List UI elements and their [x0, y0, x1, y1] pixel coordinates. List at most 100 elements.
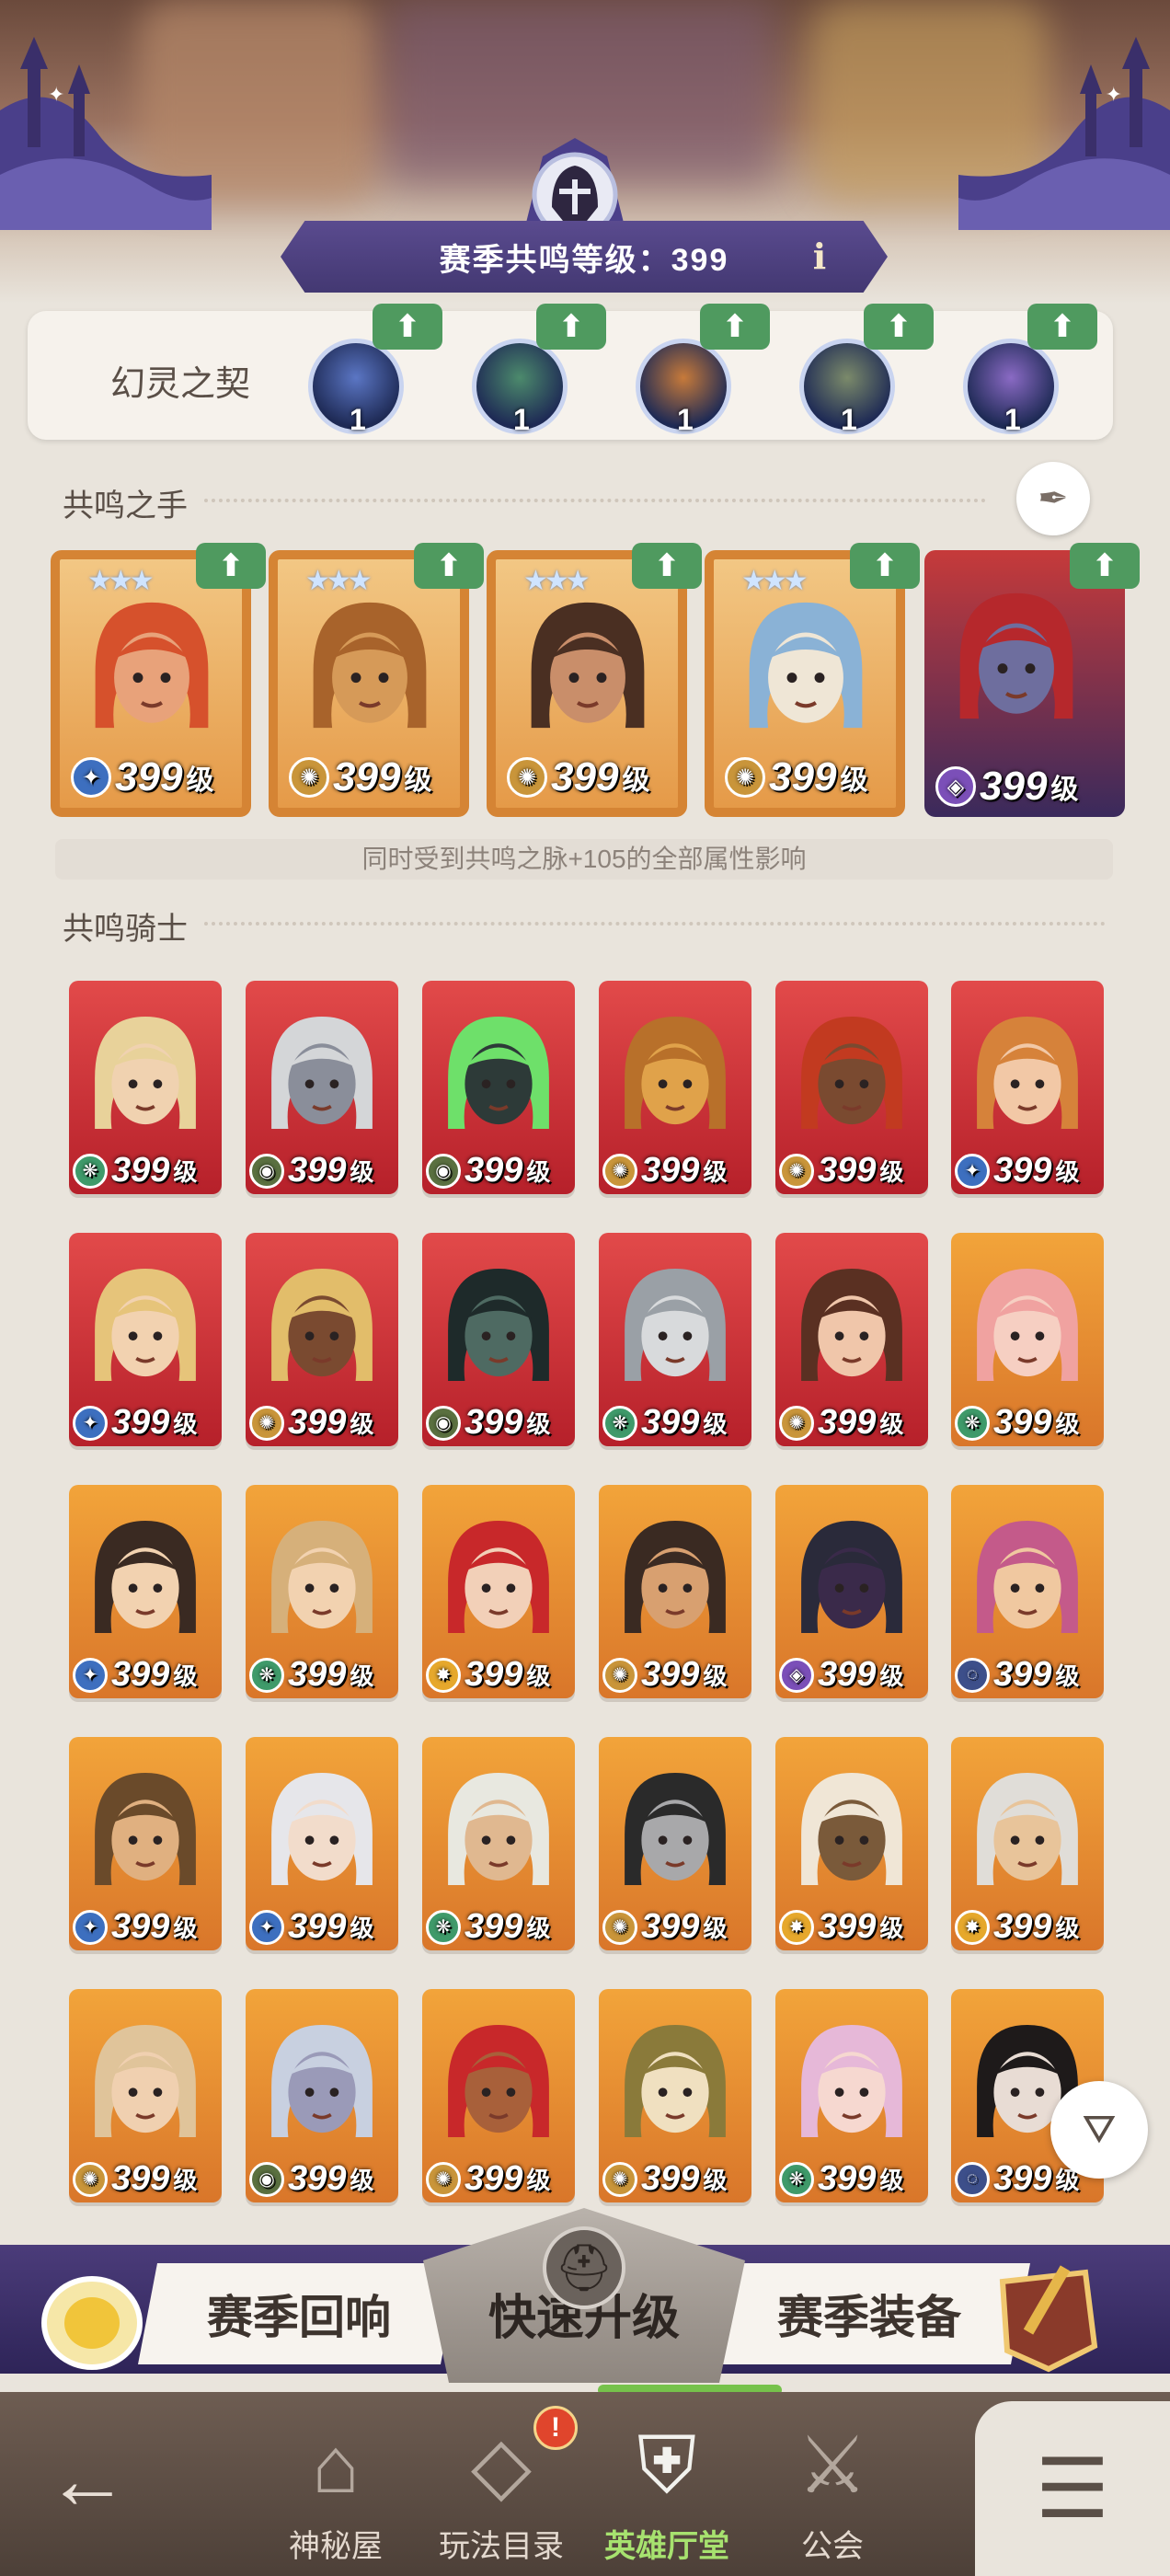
season-equipment-button[interactable]: 赛季装备 — [708, 2263, 1030, 2364]
upgrade-arrow-icon[interactable]: ⬆ — [196, 543, 266, 589]
menu-icon[interactable]: ☰ — [975, 2401, 1170, 2576]
filter-icon[interactable]: ⛛ — [1050, 2081, 1148, 2179]
spirit-avatar[interactable]: 1 — [636, 339, 731, 436]
hero-portrait — [796, 1260, 908, 1389]
knight-hero-card[interactable]: ✺ 399 级 — [69, 1989, 222, 2202]
level-unit: 级 — [1055, 1410, 1080, 1438]
hero-level: 399 — [288, 1151, 347, 1190]
hero-portrait — [87, 596, 216, 734]
hero-level-tag: ✺ 399 级 — [779, 1403, 903, 1443]
upgrade-arrow-icon[interactable]: ⬆ — [536, 304, 606, 350]
info-icon[interactable]: i — [797, 234, 843, 280]
star-rank: ★★★ — [523, 566, 591, 596]
castle-decoration-left: ✦ — [0, 37, 212, 230]
level-unit: 级 — [1050, 775, 1079, 805]
hero-portrait — [971, 1765, 1084, 1893]
spirit-level: 1 — [841, 403, 857, 436]
hero-level-tag: ✺ 399 级 — [602, 1655, 727, 1695]
knight-hero-card[interactable]: ❋ 399 级 — [599, 1233, 751, 1446]
element-faction-icon: ✺ — [602, 1909, 637, 1945]
knight-hero-card[interactable]: ◉ 399 级 — [422, 1233, 575, 1446]
spirit-avatar[interactable]: 1 — [472, 339, 568, 436]
knight-hero-card[interactable]: ✦ 399 级 — [69, 1485, 222, 1698]
quill-icon[interactable]: ✒ — [1016, 462, 1090, 535]
knight-hero-card[interactable]: ✺ 399 级 — [599, 1989, 751, 2202]
knight-hero-card[interactable]: ◉ 399 级 — [246, 981, 398, 1194]
hero-portrait — [619, 1765, 731, 1893]
hero-level-tag: ✦ 399 级 — [73, 1655, 197, 1695]
level-unit: 级 — [1055, 1662, 1080, 1690]
hero-portrait — [971, 1512, 1084, 1641]
knight-hero-card[interactable]: ✺ 399 级 — [422, 1989, 575, 2202]
upgrade-arrow-icon[interactable]: ⬆ — [850, 543, 920, 589]
hero-level-tag: ✺ 399 级 — [725, 754, 867, 800]
upgrade-arrow-icon[interactable]: ⬆ — [864, 304, 934, 350]
knight-hero-card[interactable]: ✺ 399 级 — [599, 1485, 751, 1698]
knight-hero-card[interactable]: ◌ 399 级 — [951, 1485, 1104, 1698]
knight-hero-card[interactable]: ✺ 399 级 — [775, 981, 928, 1194]
knight-hero-card[interactable]: ✺ 399 级 — [246, 1233, 398, 1446]
nav-label: 公会 — [801, 2529, 864, 2564]
hero-portrait — [619, 1008, 731, 1137]
hand-hero-card[interactable]: ★★★ ✺ 399 级 — [487, 550, 687, 817]
knight-hero-card[interactable]: ✦ 399 级 — [246, 1737, 398, 1950]
upgrade-arrow-icon[interactable]: ⬆ — [414, 543, 484, 589]
hand-hero-card[interactable]: ★★★ ✺ 399 级 — [705, 550, 905, 817]
hero-level: 399 — [641, 1907, 700, 1946]
knight-hero-card[interactable]: ❋ 399 级 — [951, 1233, 1104, 1446]
knight-hero-card[interactable]: ✺ 399 级 — [775, 1233, 928, 1446]
knight-hero-card[interactable]: ✸ 399 级 — [951, 1737, 1104, 1950]
back-arrow-icon[interactable]: ← — [46, 2433, 129, 2528]
star-rank: ★★★ — [741, 566, 809, 596]
hero-level-tag: ❋ 399 级 — [426, 1907, 550, 1947]
knight-hero-card[interactable]: ✦ 399 级 — [951, 981, 1104, 1194]
contract-title: 幻灵之契 — [110, 365, 251, 404]
hand-section-title: 共鸣之手 — [63, 489, 188, 523]
hero-level-tag: ◉ 399 级 — [426, 1403, 550, 1443]
knight-hero-card[interactable]: ✸ 399 级 — [775, 1737, 928, 1950]
hero-portrait — [796, 1765, 908, 1893]
knight-hero-card[interactable]: ✸ 399 级 — [422, 1485, 575, 1698]
nav-guild[interactable]: ⚔ 公会 — [759, 2410, 906, 2567]
knight-hero-card[interactable]: ❋ 399 级 — [422, 1737, 575, 1950]
upgrade-arrow-icon[interactable]: ⬆ — [373, 304, 442, 350]
nav-mystery-house[interactable]: ⌂ 神秘屋 — [262, 2410, 409, 2567]
spirit-avatar[interactable]: 1 — [963, 339, 1059, 436]
knight-hero-card[interactable]: ◉ 399 级 — [246, 1989, 398, 2202]
knight-hero-card[interactable]: ◈ 399 级 — [775, 1485, 928, 1698]
hero-level: 399 — [818, 1655, 877, 1694]
upgrade-arrow-icon[interactable]: ⬆ — [1027, 304, 1097, 350]
hero-level-tag: ✦ 399 级 — [249, 1907, 373, 1947]
spirit-avatar[interactable]: 1 — [308, 339, 404, 436]
season-echo-button[interactable]: 赛季回响 — [138, 2263, 460, 2364]
knight-hero-card[interactable]: ◉ 399 级 — [422, 981, 575, 1194]
element-faction-icon: ✸ — [426, 1657, 461, 1693]
hero-level: 399 — [111, 1403, 170, 1442]
hero-portrait — [305, 596, 434, 734]
knight-hero-card[interactable]: ✦ 399 级 — [69, 1737, 222, 1950]
level-unit: 级 — [703, 1662, 728, 1690]
knight-hero-card[interactable]: ❋ 399 级 — [775, 1989, 928, 2202]
guild-swords-icon: ⚔ — [797, 2421, 868, 2510]
level-unit: 级 — [622, 765, 650, 796]
spirit-avatar[interactable]: 1 — [799, 339, 895, 436]
upgrade-arrow-icon[interactable]: ⬆ — [700, 304, 770, 350]
upgrade-arrow-icon[interactable]: ⬆ — [1070, 543, 1140, 589]
knight-hero-card[interactable]: ❋ 399 级 — [69, 981, 222, 1194]
element-faction-icon: ✺ — [249, 1405, 284, 1441]
hero-portrait — [796, 2017, 908, 2145]
knight-hero-card[interactable]: ❋ 399 级 — [246, 1485, 398, 1698]
knight-hero-card[interactable]: ✦ 399 级 — [69, 1233, 222, 1446]
level-unit: 级 — [173, 1410, 198, 1438]
hand-hero-card[interactable]: ★★★ ✦ 399 级 — [51, 550, 251, 817]
hero-portrait — [741, 596, 870, 734]
nav-hero-hall[interactable]: ⛨ 英雄厅堂 — [593, 2410, 740, 2567]
level-unit: 级 — [840, 765, 868, 796]
upgrade-arrow-icon[interactable]: ⬆ — [632, 543, 702, 589]
element-faction-icon: ✦ — [249, 1909, 284, 1945]
hand-hero-card[interactable]: ◈ 399 级 — [924, 550, 1125, 817]
knight-hero-card[interactable]: ✺ 399 级 — [599, 1737, 751, 1950]
hero-level: 399 — [111, 1655, 170, 1694]
knight-hero-card[interactable]: ✺ 399 级 — [599, 981, 751, 1194]
hand-hero-card[interactable]: ★★★ ✺ 399 级 — [269, 550, 469, 817]
